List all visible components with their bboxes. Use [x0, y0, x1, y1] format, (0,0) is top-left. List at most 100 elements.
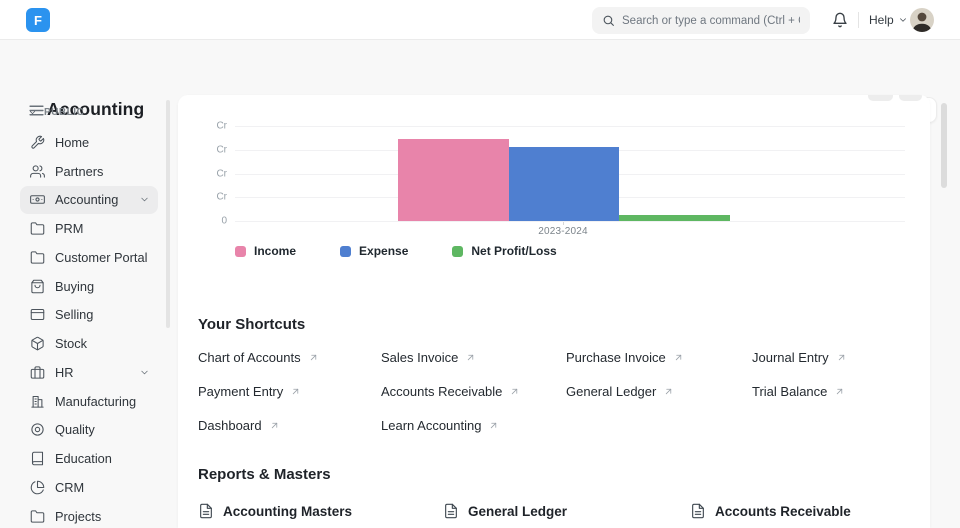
sidebar-item-stock[interactable]: Stock — [20, 329, 158, 358]
briefcase-icon — [30, 365, 45, 380]
report-item-general-ledger[interactable]: General Ledger — [443, 503, 690, 519]
global-search[interactable] — [592, 7, 810, 34]
bell-icon[interactable] — [832, 12, 848, 28]
sidebar-scrollbar[interactable] — [166, 100, 170, 328]
chart-gridline — [235, 126, 905, 127]
y-axis-tick-label: Cr — [183, 192, 227, 203]
search-icon — [602, 14, 615, 27]
sidebar-item-label: Stock — [55, 336, 87, 351]
arrow-up-right-icon — [836, 352, 847, 363]
bar-income[interactable] — [398, 139, 509, 221]
topbar-divider — [858, 12, 859, 28]
shortcut-sales-invoice[interactable]: Sales Invoice — [381, 350, 566, 365]
bar-net-profit-loss[interactable] — [619, 215, 730, 221]
chevron-down-icon — [139, 367, 150, 378]
arrow-up-right-icon — [834, 386, 845, 397]
legend-swatch — [235, 246, 246, 257]
shortcut-trial-balance[interactable]: Trial Balance — [752, 384, 910, 399]
users-icon — [30, 164, 45, 179]
reports-grid: Accounting Masters General Ledger Accounts… — [198, 498, 910, 524]
chart-gridline — [235, 221, 905, 222]
shortcut-dashboard[interactable]: Dashboard — [198, 418, 381, 433]
document-icon — [443, 503, 459, 519]
shortcuts-title: Your Shortcuts — [198, 316, 305, 333]
shortcut-label: Learn Accounting — [381, 418, 481, 433]
report-item-accounts-receivable[interactable]: Accounts Receivable — [690, 503, 910, 519]
folder-icon — [30, 221, 45, 236]
sidebar-item-partners[interactable]: Partners — [20, 157, 158, 186]
report-item-label: Accounts Receivable — [715, 504, 851, 519]
help-dropdown[interactable]: Help — [869, 13, 908, 27]
x-axis-label: 2023-2024 — [463, 226, 663, 237]
sidebar-item-label: Customer Portal — [55, 250, 147, 265]
sidebar-item-label: Accounting — [55, 192, 118, 207]
frappe-logo[interactable]: F — [26, 8, 50, 32]
report-item-label: General Ledger — [468, 504, 567, 519]
y-axis-tick-label: Cr — [183, 121, 227, 132]
shortcut-journal-entry[interactable]: Journal Entry — [752, 350, 910, 365]
y-axis-tick-label: Cr — [183, 144, 227, 155]
sidebar-item-crm[interactable]: CRM — [20, 473, 158, 502]
legend-item-net-profit-loss: Net Profit/Loss — [452, 244, 556, 258]
sidebar-item-label: HR — [55, 365, 73, 380]
user-avatar[interactable] — [910, 8, 934, 32]
badge-icon — [30, 422, 45, 437]
sidebar-section-public[interactable]: PUBLIC — [28, 107, 84, 118]
shortcut-accounts-receivable[interactable]: Accounts Receivable — [381, 384, 566, 399]
pie-icon — [30, 480, 45, 495]
legend-swatch — [340, 246, 351, 257]
legend-swatch — [452, 246, 463, 257]
card-icon — [30, 307, 45, 322]
sidebar-item-prm[interactable]: PRM — [20, 214, 158, 243]
sidebar-item-hr[interactable]: HR — [20, 358, 158, 387]
sidebar-item-label: Quality — [55, 422, 95, 437]
shortcuts-grid: Chart of Accounts Sales InvoicePurchase I… — [198, 340, 910, 442]
sidebar-item-buying[interactable]: Buying — [20, 272, 158, 301]
shortcut-payment-entry[interactable]: Payment Entry — [198, 384, 381, 399]
legend-item-expense: Expense — [340, 244, 408, 258]
chevron-down-icon — [139, 194, 150, 205]
page-scrollbar[interactable] — [941, 103, 947, 188]
sidebar-item-label: PRM — [55, 221, 83, 236]
search-input[interactable] — [622, 15, 800, 27]
topbar: F Help — [0, 0, 960, 40]
sidebar-section-label: PUBLIC — [44, 107, 84, 118]
shortcut-label: General Ledger — [566, 384, 656, 399]
shortcut-label: Chart of Accounts — [198, 350, 301, 365]
report-item-accounting-masters[interactable]: Accounting Masters — [198, 503, 443, 519]
cash-icon — [30, 192, 45, 207]
arrow-up-right-icon — [290, 386, 301, 397]
arrow-up-right-icon — [488, 420, 499, 431]
report-item-label: Accounting Masters — [223, 504, 352, 519]
y-axis-tick-label: Cr — [183, 168, 227, 179]
sidebar-item-label: Manufacturing — [55, 394, 136, 409]
legend-item-income: Income — [235, 244, 296, 258]
shortcut-general-ledger[interactable]: General Ledger — [566, 384, 752, 399]
sidebar-item-label: Projects — [55, 509, 101, 524]
sidebar-item-education[interactable]: Education — [20, 444, 158, 473]
folder-icon — [30, 509, 45, 524]
box-icon — [30, 336, 45, 351]
sidebar-item-projects[interactable]: Projects — [20, 502, 158, 528]
sidebar-item-accounting[interactable]: Accounting — [20, 186, 158, 215]
sidebar-item-selling[interactable]: Selling — [20, 301, 158, 330]
arrow-up-right-icon — [663, 386, 674, 397]
sidebar-item-customer-portal[interactable]: Customer Portal — [20, 243, 158, 272]
tools-icon — [30, 135, 45, 150]
legend-label: Income — [254, 244, 296, 258]
arrow-up-right-icon — [509, 386, 520, 397]
legend-label: Expense — [359, 244, 408, 258]
sidebar: PUBLIC Home Partners Accounting PRM Customer… — [0, 90, 178, 528]
sidebar-item-quality[interactable]: Quality — [20, 416, 158, 445]
reports-title: Reports & Masters — [198, 466, 331, 483]
shortcut-label: Journal Entry — [752, 350, 829, 365]
arrow-up-right-icon — [269, 420, 280, 431]
sidebar-item-home[interactable]: Home — [20, 128, 158, 157]
shortcut-chart-of-accounts[interactable]: Chart of Accounts — [198, 350, 381, 365]
shortcut-learn-accounting[interactable]: Learn Accounting — [381, 418, 566, 433]
shortcut-purchase-invoice[interactable]: Purchase Invoice — [566, 350, 752, 365]
factory-icon — [30, 394, 45, 409]
sidebar-item-label: Home — [55, 135, 89, 150]
bar-expense[interactable] — [509, 147, 620, 221]
sidebar-item-manufacturing[interactable]: Manufacturing — [20, 387, 158, 416]
